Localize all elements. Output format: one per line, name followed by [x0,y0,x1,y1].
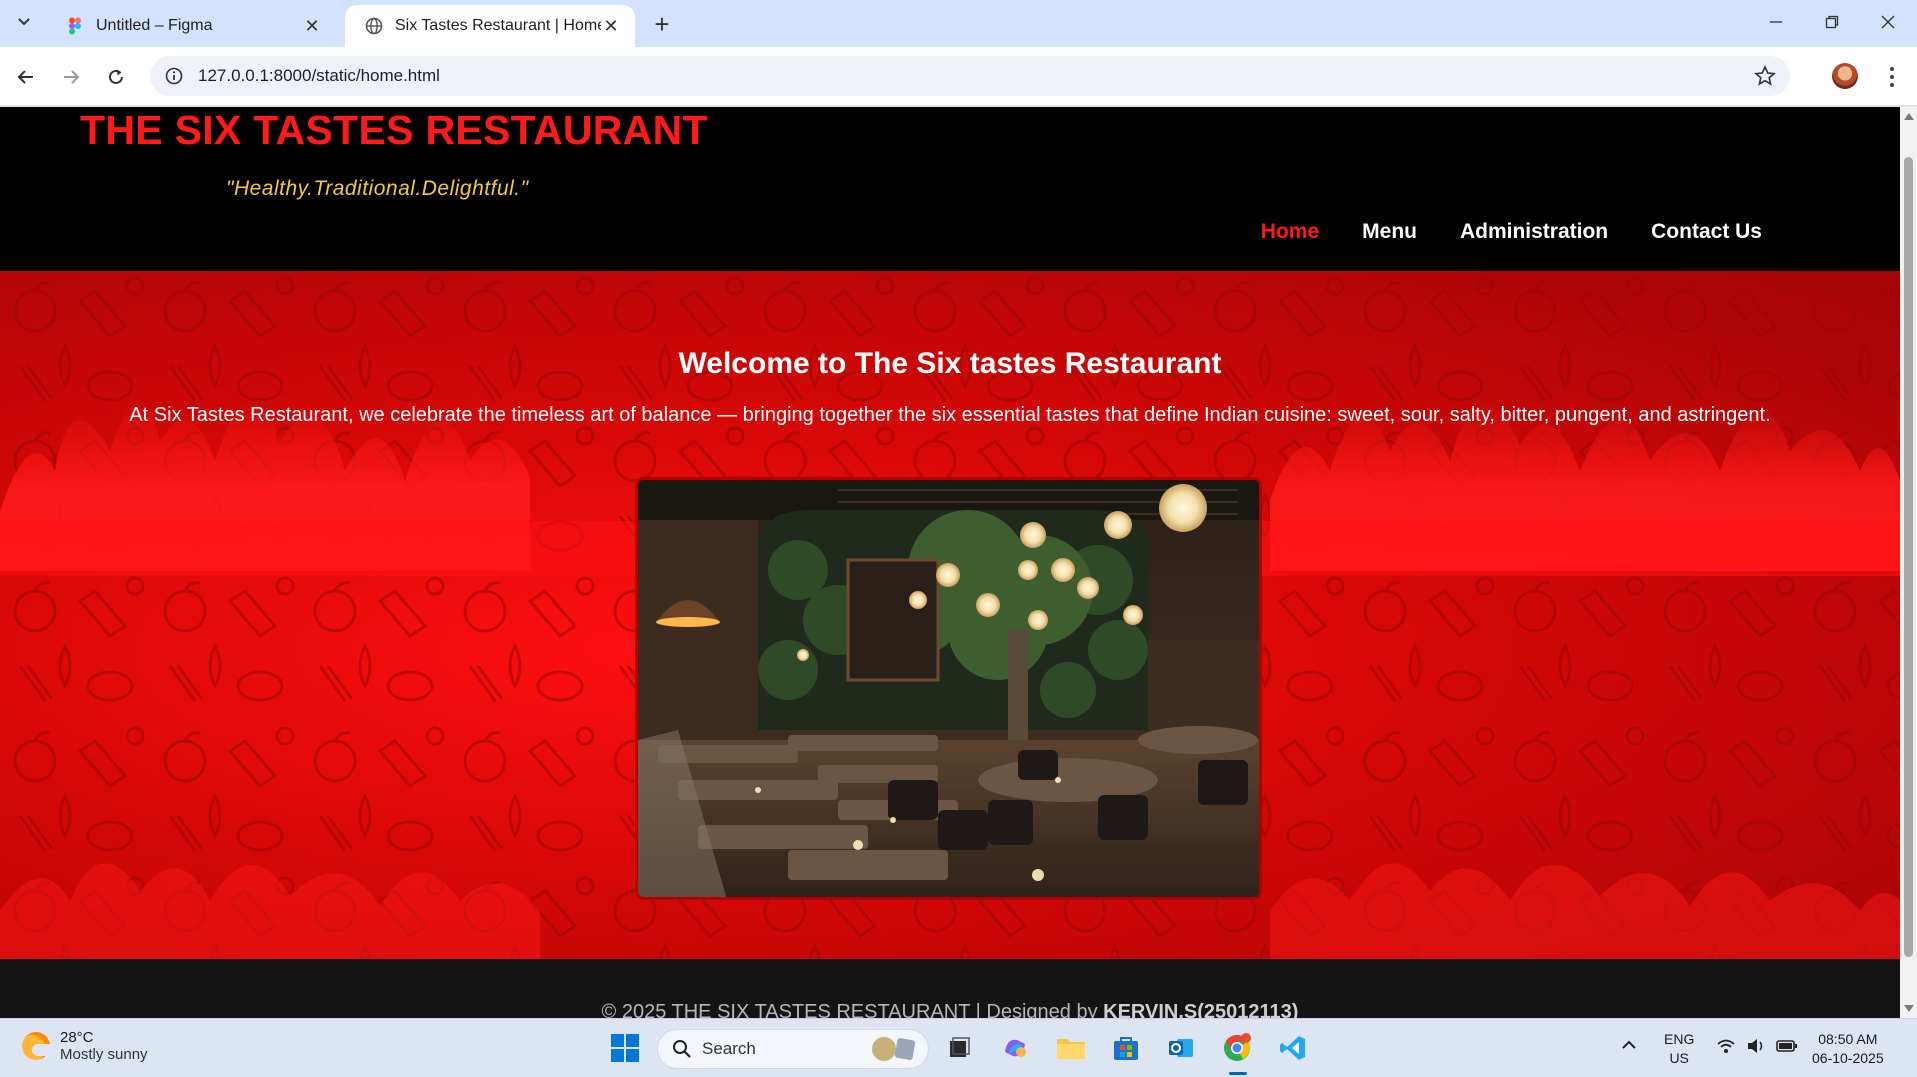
hero-section: Welcome to The Six tastes Restaurant At … [0,271,1900,959]
more-menu-icon[interactable] [1878,61,1906,93]
search-icon [673,1040,691,1058]
new-tab-button[interactable]: + [648,9,676,39]
language-top: ENG [1664,1031,1695,1047]
footer-designer: KERVIN.S(25012113) [1103,1001,1299,1018]
close-icon[interactable]: ✕ [302,16,322,36]
profile-avatar[interactable] [1832,63,1858,89]
nav-menu[interactable]: Menu [1362,220,1417,244]
close-icon [1881,15,1895,29]
outlook-icon [1169,1039,1193,1057]
chrome-active-indicator [1229,1072,1247,1075]
system-tray-status[interactable] [1716,1037,1798,1055]
hero-description: At Six Tastes Restaurant, we celebrate t… [129,404,1771,426]
hero-title: Welcome to The Six tastes Restaurant [678,347,1222,380]
close-window-button[interactable] [1860,0,1916,44]
chevron-down-icon [18,18,30,26]
tab-six-tastes[interactable]: Six Tastes Restaurant | Home ✕ [345,5,635,47]
ms-store-button[interactable] [1109,1031,1143,1065]
tab-title: Six Tastes Restaurant | Home [395,17,601,34]
weather-temp: 28°C [60,1029,94,1046]
start-button[interactable] [608,1031,642,1065]
file-explorer-button[interactable] [1054,1031,1088,1065]
minimize-button[interactable] [1748,0,1804,44]
store-icon [1114,1037,1138,1060]
forward-button[interactable] [55,61,87,93]
site-tagline: "Healthy.Traditional.Delightful." [226,177,529,200]
task-view-icon [950,1037,970,1057]
weather-widget[interactable]: 28°C Mostly sunny [22,1029,148,1063]
clock-time: 08:50 AM [1818,1031,1878,1047]
page-scrollbar[interactable] [1900,107,1917,1018]
vscode-button[interactable] [1276,1031,1310,1065]
wifi-icon [1717,1039,1735,1053]
copilot-button[interactable] [998,1031,1032,1065]
address-bar[interactable]: 127.0.0.1:8000/static/home.html [150,56,1790,96]
globe-icon [365,17,383,35]
task-view-button[interactable] [942,1031,976,1065]
close-icon[interactable]: ✕ [601,16,621,36]
figma-icon [69,17,81,35]
scroll-down-arrow[interactable] [1904,1005,1914,1012]
weather-sun-icon [22,1032,54,1060]
scroll-up-arrow[interactable] [1904,113,1914,120]
restaurant-interior-image [635,477,1262,900]
reload-button[interactable] [100,61,132,93]
outlook-button[interactable] [1164,1031,1198,1065]
windows-logo-icon [611,1034,639,1062]
back-button[interactable] [10,61,42,93]
url-text[interactable]: 127.0.0.1:8000/static/home.html [198,66,440,86]
browser-toolbar: 127.0.0.1:8000/static/home.html [0,47,1917,106]
search-highlight-icon [872,1037,916,1061]
language-bottom: US [1669,1050,1689,1066]
reload-icon [109,69,123,84]
vscode-icon [1280,1036,1305,1060]
site-info-icon[interactable] [154,56,194,96]
minimize-icon [1770,21,1782,23]
windows-taskbar: 28°C Mostly sunny Search ENG US 08:50 AM… [0,1018,1917,1077]
site-brand: THE SIX TASTES RESTAURANT [80,107,708,153]
folder-icon [1057,1039,1085,1059]
tab-title: Untitled – Figma [96,17,213,34]
tab-search-button[interactable] [10,8,38,36]
bookmark-star-icon[interactable] [1754,65,1776,87]
page-viewport: THE SIX TASTES RESTAURANT "Healthy.Tradi… [0,107,1900,1018]
chrome-icon [1224,1033,1251,1061]
volume-icon [1748,1039,1763,1053]
search-placeholder: Search [702,1039,756,1058]
tab-figma[interactable]: Untitled – Figma ✕ [46,5,336,47]
arrow-left-icon [17,70,33,84]
nav-administration[interactable]: Administration [1460,220,1608,244]
language-indicator[interactable]: ENG US [1664,1030,1694,1068]
main-nav: Home Menu Administration Contact Us [1261,220,1762,244]
footer-prefix: © 2025 THE SIX TASTES RESTAURANT | Desig… [601,1001,1104,1018]
battery-icon [1776,1040,1797,1052]
arrow-right-icon [64,70,80,84]
site-footer: © 2025 THE SIX TASTES RESTAURANT | Desig… [0,959,1900,1018]
footer-copyright: © 2025 THE SIX TASTES RESTAURANT | Desig… [0,1001,1900,1018]
clock[interactable]: 08:50 AM 06-10-2025 [1812,1030,1884,1068]
show-hidden-icons-button[interactable] [1621,1037,1637,1058]
taskbar-search[interactable]: Search [657,1029,929,1069]
copilot-icon [1005,1039,1026,1057]
tab-strip: Untitled – Figma ✕ Six Tastes Restaurant… [0,0,1917,47]
clock-date: 06-10-2025 [1812,1050,1884,1066]
restore-button[interactable] [1804,0,1860,44]
weather-desc: Mostly sunny [60,1046,148,1063]
site-header: THE SIX TASTES RESTAURANT "Healthy.Tradi… [0,107,1900,271]
chrome-button[interactable] [1220,1031,1254,1065]
scrollbar-thumb[interactable] [1904,157,1913,957]
nav-home[interactable]: Home [1261,220,1319,244]
chevron-up-icon [1622,1040,1636,1049]
nav-contact-us[interactable]: Contact Us [1651,220,1762,244]
restore-icon [1825,15,1839,29]
